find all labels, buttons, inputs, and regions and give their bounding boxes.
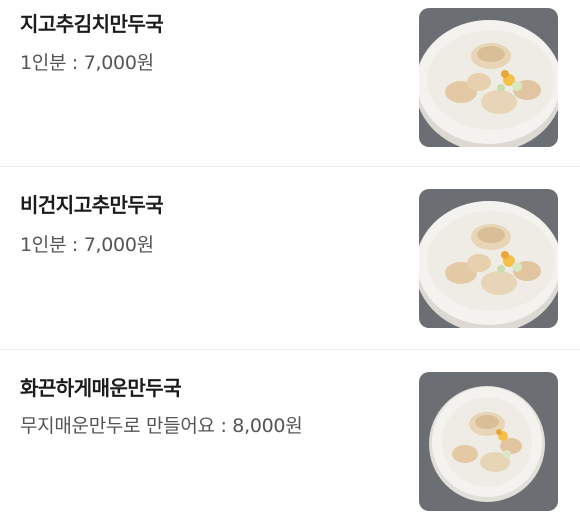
- menu-item-photo: [419, 372, 558, 511]
- dumpling-soup-image: [419, 372, 558, 511]
- menu-item-description: 1인분 : 7,000원: [20, 234, 154, 256]
- menu-item[interactable]: 비건지고추만두국 1인분 : 7,000원: [0, 167, 580, 349]
- menu-item-name: 화끈하게매운만두국: [20, 376, 182, 400]
- dumpling-soup-image: [419, 8, 558, 147]
- menu-item-name: 지고추김치만두국: [20, 12, 164, 36]
- menu-item[interactable]: 화끈하게매운만두국 무지매운만두로 만들어요 : 8,000원: [0, 350, 580, 515]
- menu-item-name: 비건지고추만두국: [20, 193, 164, 217]
- menu-item-photo: [419, 8, 558, 147]
- menu-item-description: 무지매운만두로 만들어요 : 8,000원: [20, 415, 303, 437]
- dumpling-soup-image: [419, 189, 558, 328]
- menu-item-photo: [419, 189, 558, 328]
- menu-list: 지고추김치만두국 1인분 : 7,000원 비건지고추만두국 1인분: 7,0…: [0, 0, 580, 515]
- menu-item-description: 1인분 : 7,000원: [20, 52, 154, 74]
- menu-item[interactable]: 지고추김치만두국 1인분 : 7,000원: [0, 0, 580, 166]
